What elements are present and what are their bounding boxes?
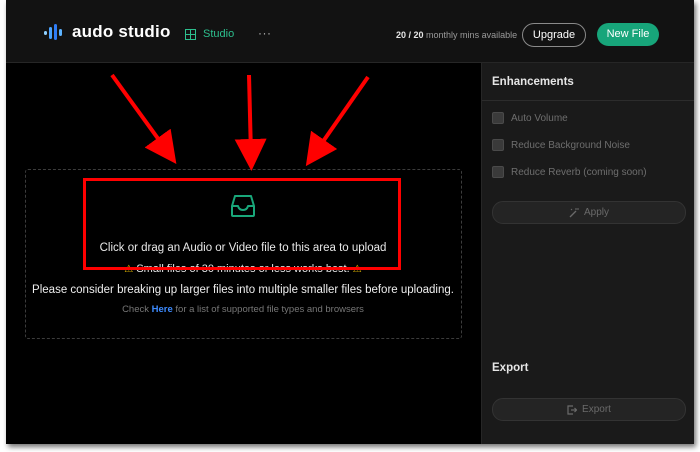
grid-icon: [185, 28, 196, 40]
checkbox[interactable]: [492, 166, 504, 178]
app-window: audo studio Studio ··· 20 / 20 monthly m…: [6, 0, 694, 444]
logo[interactable]: audo studio: [44, 22, 171, 42]
checkbox[interactable]: [492, 139, 504, 151]
apply-label: Apply: [583, 207, 609, 218]
enhancements-title: Enhancements: [492, 76, 574, 88]
new-file-button[interactable]: New File: [597, 23, 659, 46]
option-reduce-reverb[interactable]: Reduce Reverb (coming soon): [492, 166, 647, 178]
sidebar: Enhancements Auto Volume Reduce Backgrou…: [481, 63, 694, 444]
upgrade-button[interactable]: Upgrade: [522, 23, 586, 47]
export-title: Export: [492, 362, 529, 374]
monthly-minutes: 20 / 20 monthly mins available: [396, 30, 517, 40]
option-auto-volume[interactable]: Auto Volume: [492, 112, 568, 124]
minutes-count: 20 / 20: [396, 30, 424, 40]
option-label: Auto Volume: [511, 112, 568, 124]
annotation-arrows: [110, 73, 370, 171]
check-suffix: for a list of supported file types and b…: [175, 304, 364, 315]
checkbox[interactable]: [492, 112, 504, 124]
red-arrow-right: [305, 75, 370, 167]
top-bar: audo studio Studio ··· 20 / 20 monthly m…: [6, 0, 694, 63]
export-icon: [567, 404, 578, 415]
logo-text: audo studio: [72, 22, 171, 41]
magic-wand-icon: [569, 207, 579, 218]
annotation-highlight-box: [83, 178, 401, 270]
export-label: Export: [582, 404, 611, 415]
main-area: Click or drag an Audio or Video file to …: [6, 63, 480, 444]
red-arrow-left: [110, 73, 177, 164]
nav-studio-label: Studio: [203, 28, 235, 40]
option-label: Reduce Background Noise: [511, 139, 630, 151]
option-label: Reduce Reverb (coming soon): [511, 166, 647, 178]
red-arrow-center: [234, 74, 267, 171]
sidebar-divider: [482, 100, 694, 101]
here-link[interactable]: Here: [152, 304, 173, 315]
minutes-label: monthly mins available: [426, 30, 518, 40]
supported-types-note: Check Here for a list of supported file …: [6, 304, 480, 315]
apply-button[interactable]: Apply: [492, 201, 686, 224]
nav-studio[interactable]: Studio: [185, 28, 234, 40]
waveform-icon: [44, 24, 62, 40]
export-button[interactable]: Export: [492, 398, 686, 421]
option-reduce-background-noise[interactable]: Reduce Background Noise: [492, 139, 630, 151]
check-prefix: Check: [122, 304, 149, 315]
more-menu-button[interactable]: ···: [258, 26, 272, 40]
split-files-note: Please consider breaking up larger files…: [32, 284, 454, 296]
